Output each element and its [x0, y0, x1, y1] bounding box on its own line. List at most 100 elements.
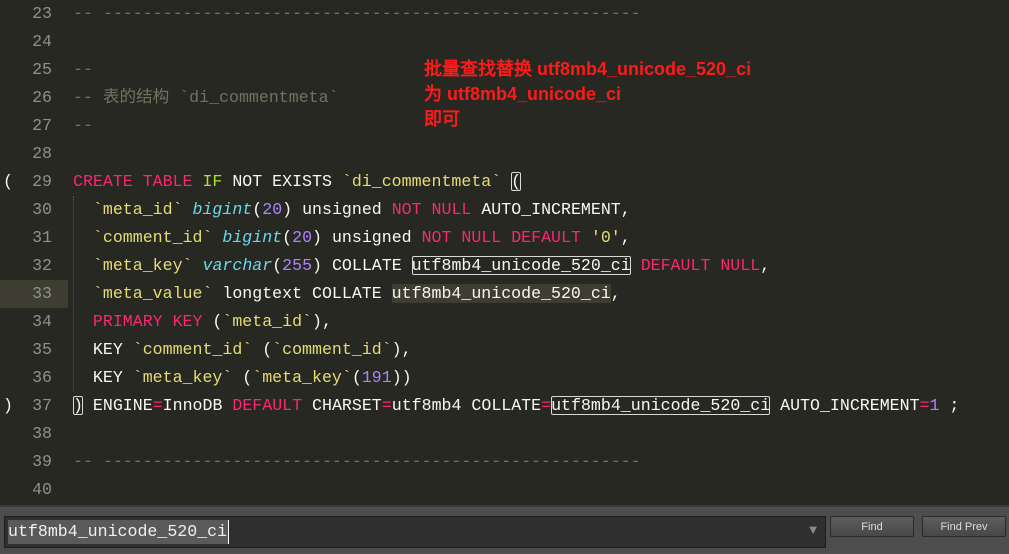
code-token: utf8mb4_unicode_520_ci: [411, 256, 631, 275]
code-token: )): [391, 368, 412, 387]
code-token: ,: [610, 284, 621, 303]
line-number: 38: [32, 424, 52, 443]
line-number: 28: [32, 144, 52, 163]
line-number: 25: [32, 60, 52, 79]
annotation-line: 即可: [424, 109, 460, 129]
code-token: AUTO_INCREMENT,: [471, 200, 631, 219]
code-token: `meta_key`: [92, 256, 193, 275]
code-text: `meta_value` longtext COLLATE utf8mb4_un…: [68, 280, 621, 308]
code-token: utf8mb4_unicode_520_ci: [551, 396, 771, 415]
code-text: -- 表的结构 `di_commentmeta`: [73, 84, 339, 112]
fold-marker-icon[interactable]: ): [3, 392, 13, 420]
line-number: 23: [32, 4, 52, 23]
code-text: KEY `comment_id` (`comment_id`),: [73, 336, 412, 364]
code-text: --: [73, 56, 93, 84]
code-line[interactable]: 24: [0, 28, 1009, 56]
code-token: `di_commentmeta`: [341, 172, 502, 191]
annotation-line: 为 utf8mb4_unicode_ci: [424, 84, 622, 104]
code-token: -- -------------------------------------…: [73, 452, 641, 471]
code-token: (: [272, 256, 283, 275]
code-text: CREATE TABLE IF NOT EXISTS `di_commentme…: [73, 168, 522, 196]
code-token: bigint: [192, 200, 253, 219]
code-token: `meta_value`: [92, 284, 213, 303]
find-prev-button[interactable]: Find Prev: [922, 516, 1006, 537]
code-token: `comment_id`: [92, 228, 213, 247]
code-line[interactable]: 35 KEY `comment_id` (`comment_id`),: [0, 336, 1009, 364]
code-token: 1: [929, 396, 940, 415]
code-token: `comment_id`: [132, 340, 253, 359]
annotation: 批量查找替换 utf8mb4_unicode_520_ci 为 utf8mb4_…: [424, 57, 751, 132]
find-input-value[interactable]: utf8mb4_unicode_520_ci: [8, 520, 230, 544]
code-token: CHARSET: [302, 396, 382, 415]
code-line[interactable]: 34 PRIMARY KEY (`meta_id`),: [0, 308, 1009, 336]
code-token: 20: [292, 228, 313, 247]
code-token: PRIMARY KEY: [92, 312, 203, 331]
code-token: (: [511, 172, 522, 191]
code-text: --: [73, 112, 93, 140]
code-text: `meta_key` varchar(255) COLLATE utf8mb4_…: [73, 252, 770, 280]
line-number: 32: [32, 256, 52, 275]
code-line[interactable]: 23 -- -----------------------------------…: [0, 0, 1009, 28]
code-token: 255: [282, 256, 313, 275]
line-number: 24: [32, 32, 52, 51]
code-token: --: [73, 116, 93, 135]
code-token: (: [252, 340, 273, 359]
find-input[interactable]: utf8mb4_unicode_520_ci ▼: [4, 516, 826, 548]
code-token: ): [73, 396, 83, 415]
code-line[interactable]: 39 -- -----------------------------------…: [0, 448, 1009, 476]
code-token: NOT EXISTS: [222, 172, 342, 191]
code-token: (: [252, 200, 263, 219]
code-token: `comment_id`: [272, 340, 392, 359]
code-line[interactable]: 29(CREATE TABLE IF NOT EXISTS `di_commen…: [0, 168, 1009, 196]
line-number: 33: [0, 280, 68, 308]
code-token: longtext COLLATE: [212, 284, 392, 303]
fold-marker-icon[interactable]: (: [3, 168, 13, 196]
annotation-line: 批量查找替换 utf8mb4_unicode_520_ci: [424, 59, 752, 79]
code-line[interactable]: 37)) ENGINE=InnoDB DEFAULT CHARSET=utf8m…: [0, 392, 1009, 420]
line-number: 39: [32, 452, 52, 471]
code-line[interactable]: 28: [0, 140, 1009, 168]
code-token: =: [541, 396, 552, 415]
code-token: =: [919, 396, 930, 415]
code-token: bigint: [222, 228, 283, 247]
code-line[interactable]: 32 `meta_key` varchar(255) COLLATE utf8m…: [0, 252, 1009, 280]
code-line[interactable]: 33 `meta_value` longtext COLLATE utf8mb4…: [0, 280, 1009, 308]
code-token: utf8mb4 COLLATE: [391, 396, 542, 415]
code-token: -- -------------------------------------…: [73, 4, 641, 23]
find-panel: utf8mb4_unicode_520_ci ▼ Find Find Prev: [0, 505, 1009, 554]
code-token: ,: [620, 228, 631, 247]
code-text: `comment_id` bigint(20) unsigned NOT NUL…: [73, 224, 631, 252]
code-line[interactable]: 40: [0, 476, 1009, 504]
code-token: ),: [391, 340, 412, 359]
code-token: '0': [590, 228, 621, 247]
code-token: (: [232, 368, 253, 387]
code-text: KEY `meta_key` (`meta_key`(191)): [73, 364, 412, 392]
code-token: `meta_id`: [222, 312, 313, 331]
line-number: 34: [32, 312, 52, 331]
code-text: -- -------------------------------------…: [73, 448, 641, 476]
find-button[interactable]: Find: [830, 516, 914, 537]
code-token: (: [282, 228, 293, 247]
code-line[interactable]: 30 `meta_id` bigint(20) unsigned NOT NUL…: [0, 196, 1009, 224]
code-text: PRIMARY KEY (`meta_id`),: [73, 308, 332, 336]
code-token: 20: [262, 200, 283, 219]
code-token: utf8mb4_unicode_520_ci: [391, 284, 611, 303]
code-text: ) ENGINE=InnoDB DEFAULT CHARSET=utf8mb4 …: [73, 392, 959, 420]
code-line[interactable]: 31 `comment_id` bigint(20) unsigned NOT …: [0, 224, 1009, 252]
code-token: KEY: [73, 340, 133, 359]
code-line[interactable]: 36 KEY `meta_key` (`meta_key`(191)): [0, 364, 1009, 392]
code-token: `meta_id`: [92, 200, 183, 219]
code-token: InnoDB: [162, 396, 233, 415]
code-token: NOT NULL DEFAULT: [421, 228, 581, 247]
code-line[interactable]: 38: [0, 420, 1009, 448]
line-number: 26: [32, 88, 52, 107]
chevron-down-icon[interactable]: ▼: [809, 525, 817, 536]
code-token: ),: [312, 312, 332, 331]
code-token: IF: [202, 172, 223, 191]
code-token: ,: [760, 256, 771, 275]
